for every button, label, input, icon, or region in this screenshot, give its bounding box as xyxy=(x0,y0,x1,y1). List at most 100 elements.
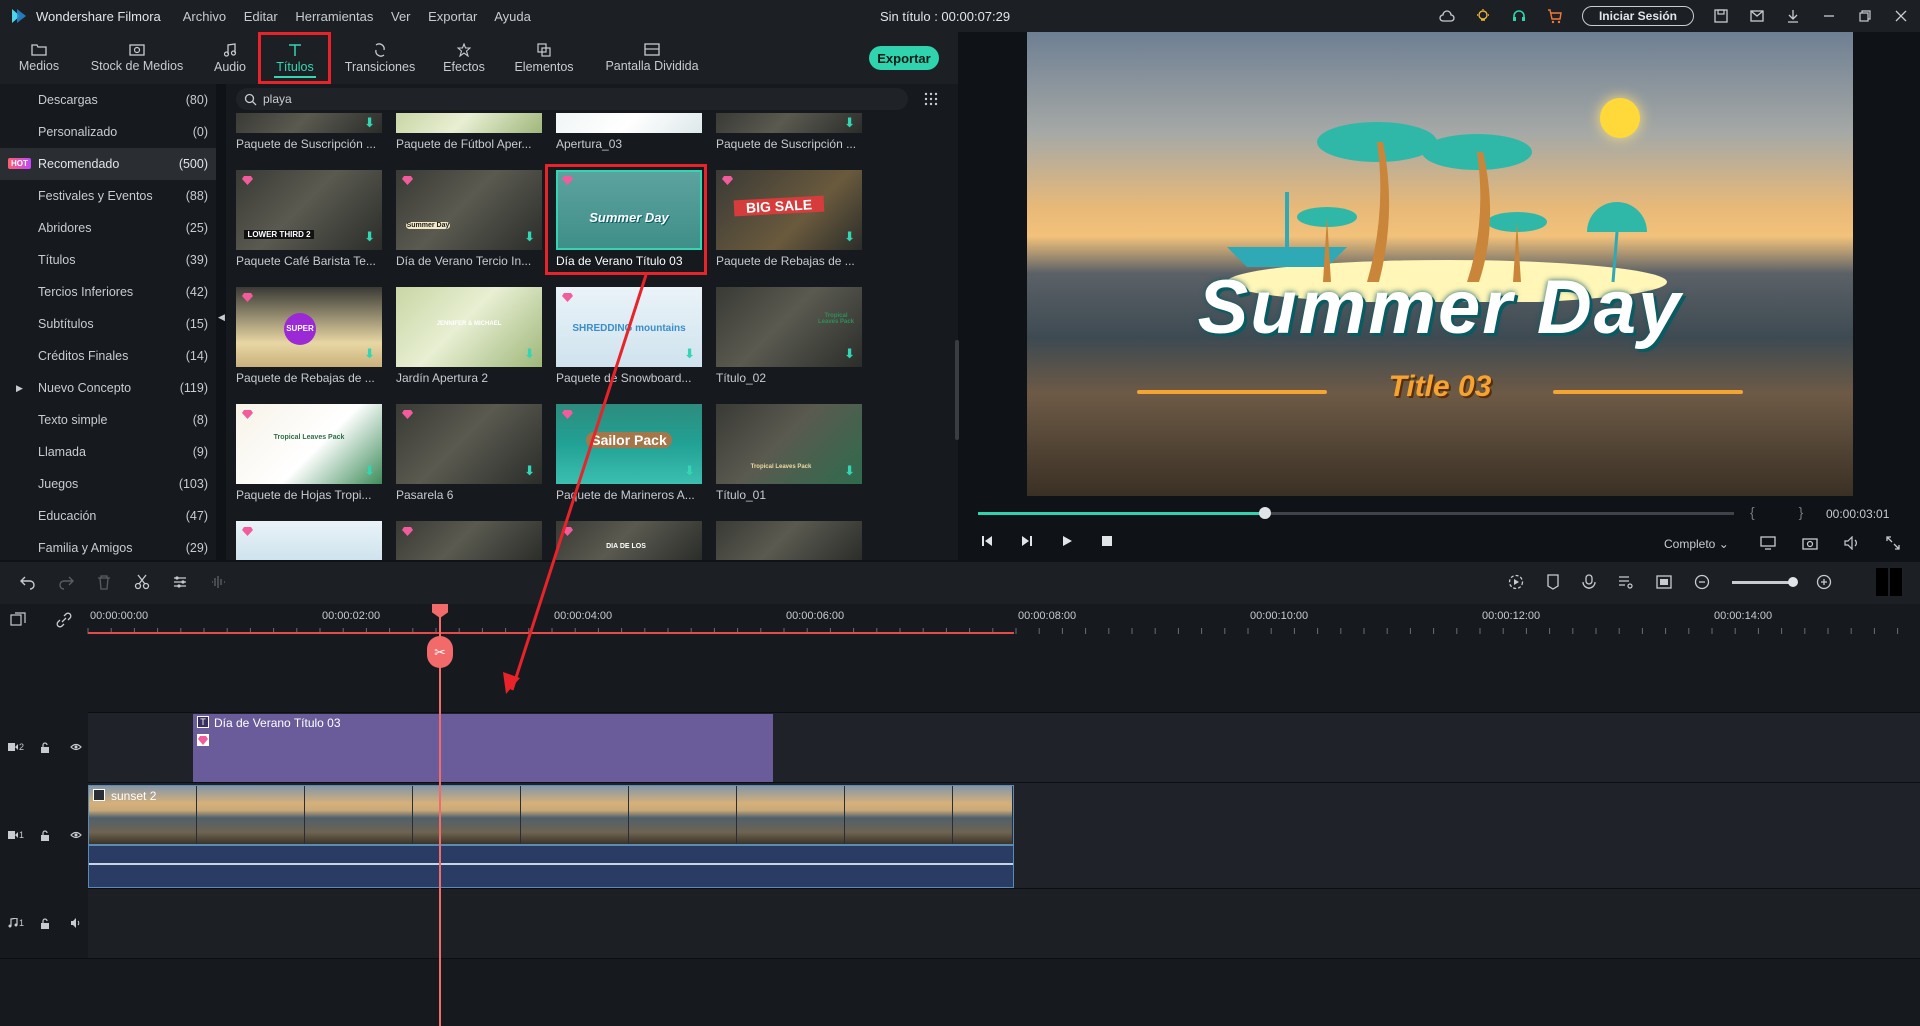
delete-icon[interactable] xyxy=(96,574,112,590)
tab-elementos[interactable]: Elementos xyxy=(508,32,580,84)
in-out-markers[interactable]: { } xyxy=(1750,504,1823,520)
list-item[interactable]: ⬇ Paquete de Suscripción ... xyxy=(716,113,862,151)
zoom-slider-handle[interactable] xyxy=(1788,576,1798,587)
tab-medios[interactable]: Medios xyxy=(14,32,64,84)
stop-icon[interactable] xyxy=(1100,534,1114,548)
mail-icon[interactable] xyxy=(1748,7,1766,25)
menu-archivo[interactable]: Archivo xyxy=(183,9,226,24)
fullscreen-icon[interactable] xyxy=(1886,536,1900,550)
lock-icon[interactable] xyxy=(40,741,50,753)
scissors-icon[interactable]: ✂ xyxy=(427,636,453,668)
redo-icon[interactable] xyxy=(58,574,74,590)
tab-transiciones[interactable]: Transiciones xyxy=(344,32,416,84)
sidebar-item-educacion[interactable]: Educación (47) xyxy=(0,500,216,532)
library-scrollbar[interactable] xyxy=(955,340,959,440)
sidebar-item-nuevo-concepto[interactable]: ▶ Nuevo Concepto (119) xyxy=(0,372,216,404)
download-icon[interactable]: ⬇ xyxy=(844,115,855,131)
zoom-slider[interactable] xyxy=(1732,576,1798,587)
download-icon[interactable]: ⬇ xyxy=(364,229,375,245)
lock-icon[interactable] xyxy=(40,829,50,841)
quality-dropdown[interactable]: Completo ⌄ xyxy=(1664,537,1729,551)
list-item[interactable]: JENNIFER & MICHAEL ⬇ Jardín Apertura 2 xyxy=(396,287,542,385)
list-item[interactable]: LOWER THIRD 2 ⬇ Paquete Café Barista Te.… xyxy=(236,170,382,268)
clip-audio-waveform[interactable] xyxy=(88,845,1014,888)
list-item[interactable]: Paquete de Fútbol Aper... xyxy=(396,113,542,151)
sidebar-item-llamada[interactable]: Llamada (9) xyxy=(0,436,216,468)
monitor-icon[interactable] xyxy=(1760,536,1776,550)
scissors-icon[interactable] xyxy=(134,574,150,590)
download-icon[interactable]: ⬇ xyxy=(684,463,695,479)
download-icon[interactable]: ⬇ xyxy=(524,346,535,362)
list-item[interactable] xyxy=(236,521,382,560)
microphone-icon[interactable] xyxy=(1582,574,1596,590)
restore-icon[interactable] xyxy=(1856,7,1874,25)
cart-icon[interactable] xyxy=(1546,7,1564,25)
audio-wave-icon[interactable] xyxy=(210,574,226,590)
download-icon[interactable]: ⬇ xyxy=(524,229,535,245)
pip-icon[interactable] xyxy=(1656,575,1672,589)
sidebar-item-familia[interactable]: Familia y Amigos (29) xyxy=(0,532,216,564)
list-item[interactable]: ⬇ Pasarela 6 xyxy=(396,404,542,502)
play-icon[interactable] xyxy=(1060,534,1074,548)
tab-pantalla-dividida[interactable]: Pantalla Dividida xyxy=(604,32,700,84)
sidebar-item-personalizado[interactable]: Personalizado (0) xyxy=(0,116,216,148)
sidebar-item-recomendado[interactable]: HOT Recomendado (500) xyxy=(0,148,216,180)
camera-icon[interactable] xyxy=(1802,536,1818,550)
tab-audio[interactable]: Audio xyxy=(206,32,254,84)
marker-icon[interactable] xyxy=(1546,574,1560,590)
lock-icon[interactable] xyxy=(40,917,50,929)
download-icon[interactable]: ⬇ xyxy=(684,346,695,362)
headset-icon[interactable] xyxy=(1510,7,1528,25)
grid-view-icon[interactable] xyxy=(924,92,938,106)
zoom-out-icon[interactable] xyxy=(1694,574,1710,590)
collapse-sidebar-icon[interactable]: ◀ xyxy=(218,312,225,323)
sidebar-item-titulos[interactable]: Títulos (39) xyxy=(0,244,216,276)
download-icon[interactable]: ⬇ xyxy=(524,463,535,479)
sidebar-item-abridores[interactable]: Abridores (25) xyxy=(0,212,216,244)
list-item[interactable]: BIG SALE ⬇ Paquete de Rebajas de ... xyxy=(716,170,862,268)
menu-herramientas[interactable]: Herramientas xyxy=(295,9,373,24)
sidebar-item-festivales[interactable]: Festivales y Eventos (88) xyxy=(0,180,216,212)
track-empty[interactable] xyxy=(88,638,1920,712)
sidebar-item-subtitulos[interactable]: Subtítulos (15) xyxy=(0,308,216,340)
bulb-icon[interactable] xyxy=(1474,7,1492,25)
list-item[interactable] xyxy=(396,521,542,560)
render-icon[interactable] xyxy=(1508,574,1524,590)
download-icon[interactable]: ⬇ xyxy=(844,229,855,245)
menu-ayuda[interactable]: Ayuda xyxy=(494,9,531,24)
menu-ver[interactable]: Ver xyxy=(391,9,411,24)
menu-editar[interactable]: Editar xyxy=(244,9,278,24)
sidebar-item-tercios-inferiores[interactable]: Tercios Inferiores (42) xyxy=(0,276,216,308)
title-clip[interactable]: T Día de Verano Título 03 xyxy=(193,714,773,782)
close-icon[interactable] xyxy=(1892,7,1910,25)
list-item[interactable] xyxy=(716,521,862,560)
list-item[interactable]: Apertura_03 xyxy=(556,113,702,151)
zoom-in-icon[interactable] xyxy=(1816,574,1832,590)
eye-icon[interactable] xyxy=(70,743,82,751)
list-item[interactable]: DIA DE LOS xyxy=(556,521,702,560)
list-item[interactable]: Tropical Leaves Pack ⬇ Título_01 xyxy=(716,404,862,502)
expand-arrow-icon[interactable]: ▶ xyxy=(16,383,23,394)
list-item[interactable]: Tropical Leaves Pack ⬇ Paquete de Hojas … xyxy=(236,404,382,502)
undo-icon[interactable] xyxy=(20,574,36,590)
video-clip[interactable]: sunset 2 xyxy=(88,785,1014,845)
speaker-icon[interactable] xyxy=(70,918,82,928)
timeline-layout-icon[interactable] xyxy=(1876,568,1902,596)
sidebar-item-creditos-finales[interactable]: Créditos Finales (14) xyxy=(0,340,216,372)
list-item[interactable]: Summer Day ⬇ Día de Verano Tercio In... xyxy=(396,170,542,268)
download-icon[interactable]: ⬇ xyxy=(364,115,375,131)
login-button[interactable]: Iniciar Sesión xyxy=(1581,6,1694,26)
sidebar-item-juegos[interactable]: Juegos (103) xyxy=(0,468,216,500)
export-button[interactable]: Exportar xyxy=(869,46,939,70)
download-icon[interactable] xyxy=(1784,7,1802,25)
minimize-icon[interactable] xyxy=(1820,7,1838,25)
download-icon[interactable]: ⬇ xyxy=(844,463,855,479)
tab-stock-de-medios[interactable]: Stock de Medios xyxy=(84,32,190,84)
download-icon[interactable]: ⬇ xyxy=(364,463,375,479)
sidebar-item-descargas[interactable]: Descargas (80) xyxy=(0,84,216,116)
voiceover-list-icon[interactable] xyxy=(1618,574,1634,590)
adjust-icon[interactable] xyxy=(172,574,188,590)
tab-efectos[interactable]: Efectos xyxy=(438,32,490,84)
eye-icon[interactable] xyxy=(70,831,82,839)
track-empty-bottom[interactable] xyxy=(88,958,1920,1026)
